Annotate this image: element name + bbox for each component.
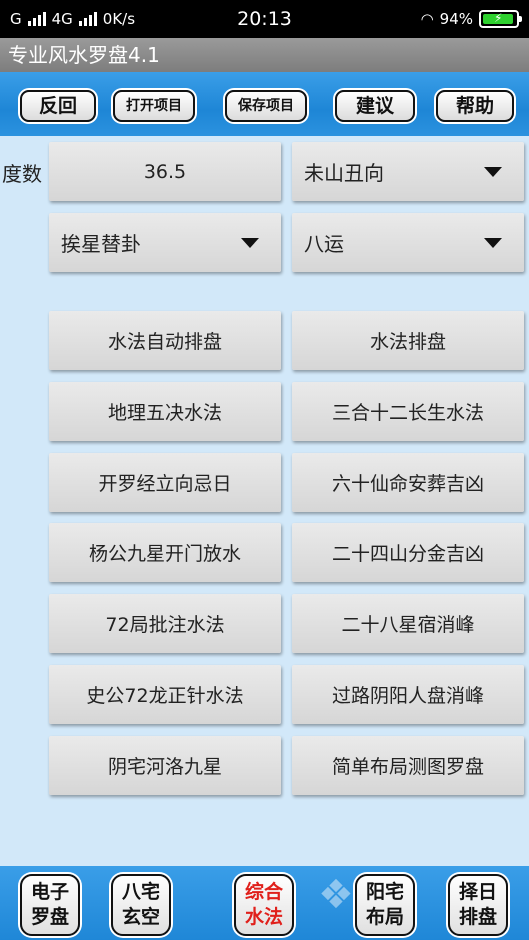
period-value: 八运 bbox=[304, 232, 344, 256]
function-button-label: 阴宅河洛九星 bbox=[107, 756, 222, 778]
function-button-r5c0[interactable]: 史公72龙正针水法 bbox=[49, 665, 281, 724]
function-button-r2c0[interactable]: 开罗经立向忌日 bbox=[49, 453, 281, 512]
function-button-label: 二十四山分金吉凶 bbox=[331, 543, 484, 565]
function-button-label: 简单布局测图罗盘 bbox=[331, 756, 484, 778]
bottom-nav: 电子 罗盘 八宅 玄空 综合 水法 阳宅 布局 择日 排盘 bbox=[0, 866, 529, 940]
date-selection-tab[interactable]: 择日 排盘 bbox=[448, 874, 508, 936]
function-button-r6c0[interactable]: 阴宅河洛九星 bbox=[49, 736, 281, 795]
star-mode-value: 挨星替卦 bbox=[61, 232, 141, 256]
suggest-button[interactable]: 建议 bbox=[335, 90, 415, 122]
function-button-r4c0[interactable]: 72局批注水法 bbox=[49, 594, 281, 653]
function-button-r4c1[interactable]: 二十八星宿消峰 bbox=[292, 594, 524, 653]
save-project-button[interactable]: 保存项目 bbox=[225, 90, 307, 122]
function-button-label: 72局批注水法 bbox=[105, 614, 225, 636]
compass-tab[interactable]: 电子 罗盘 bbox=[20, 874, 80, 936]
toolbar: 反回 打开项目 保存项目 建议 帮助 bbox=[0, 72, 529, 136]
function-button-label: 水法自动排盘 bbox=[107, 331, 222, 353]
function-button-r6c1[interactable]: 简单布局测图罗盘 bbox=[292, 736, 524, 795]
star-mode-select[interactable]: 挨星替卦 bbox=[49, 213, 281, 272]
status-bar: G 4G 0K/s 20:13 ◠ 94% ⚡ bbox=[0, 0, 529, 38]
degree-value-button[interactable]: 36.5 bbox=[49, 142, 281, 201]
period-select[interactable]: 八运 bbox=[292, 213, 524, 272]
function-button-label: 过路阴阳人盘消峰 bbox=[331, 685, 484, 707]
network-label: 4G bbox=[51, 10, 73, 28]
function-button-r0c1[interactable]: 水法排盘 bbox=[292, 311, 524, 370]
function-button-r5c1[interactable]: 过路阴阳人盘消峰 bbox=[292, 665, 524, 724]
function-button-label: 史公72龙正针水法 bbox=[86, 685, 244, 707]
function-button-r1c1[interactable]: 三合十二长生水法 bbox=[292, 382, 524, 441]
function-button-r2c1[interactable]: 六十仙命安葬吉凶 bbox=[292, 453, 524, 512]
function-button-label: 杨公九星开门放水 bbox=[88, 543, 241, 565]
direction-value: 未山丑向 bbox=[304, 161, 384, 185]
function-button-label: 六十仙命安葬吉凶 bbox=[331, 473, 484, 495]
function-button-label: 二十八星宿消峰 bbox=[341, 614, 475, 636]
carrier-label: G bbox=[10, 10, 22, 28]
direction-select[interactable]: 未山丑向 bbox=[292, 142, 524, 201]
signal-icon-2 bbox=[78, 12, 97, 26]
function-button-r3c1[interactable]: 二十四山分金吉凶 bbox=[292, 523, 524, 582]
app-title: 专业风水罗盘4.1 bbox=[0, 38, 529, 72]
degree-label: 度数 bbox=[2, 162, 42, 186]
function-button-label: 地理五决水法 bbox=[107, 402, 222, 424]
degree-value: 36.5 bbox=[143, 160, 187, 183]
function-button-r1c0[interactable]: 地理五决水法 bbox=[49, 382, 281, 441]
status-right: ◠ 94% ⚡ bbox=[420, 10, 522, 28]
battery-icon: ⚡ bbox=[479, 10, 522, 28]
open-project-button[interactable]: 打开项目 bbox=[113, 90, 195, 122]
chevron-down-icon bbox=[484, 237, 502, 248]
bazhai-xuankong-tab[interactable]: 八宅 玄空 bbox=[111, 874, 171, 936]
back-button[interactable]: 反回 bbox=[20, 90, 96, 122]
yangzhai-layout-tab[interactable]: 阳宅 布局 bbox=[355, 874, 415, 936]
function-button-label: 水法排盘 bbox=[369, 331, 446, 353]
chevron-down-icon bbox=[241, 237, 259, 248]
help-button[interactable]: 帮助 bbox=[436, 90, 514, 122]
battery-percent: 94% bbox=[439, 10, 473, 28]
chevron-down-icon bbox=[484, 166, 502, 177]
function-button-r0c0[interactable]: 水法自动排盘 bbox=[49, 311, 281, 370]
net-speed: 0K/s bbox=[102, 10, 136, 28]
water-method-tab[interactable]: 综合 水法 bbox=[234, 874, 294, 936]
signal-icon bbox=[27, 12, 46, 26]
function-button-label: 开罗经立向忌日 bbox=[98, 473, 232, 495]
wifi-icon: ◠ bbox=[420, 10, 434, 28]
function-button-label: 三合十二长生水法 bbox=[331, 402, 484, 424]
status-left: G 4G 0K/s bbox=[10, 10, 135, 28]
function-button-r3c0[interactable]: 杨公九星开门放水 bbox=[49, 523, 281, 582]
